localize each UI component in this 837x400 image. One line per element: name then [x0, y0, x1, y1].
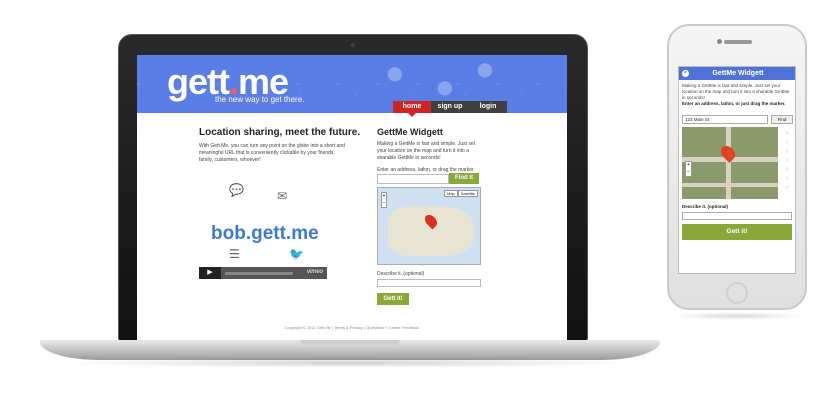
- mobile-describe-input[interactable]: [682, 212, 792, 220]
- map-type-toggle: Map Satellite: [443, 190, 478, 197]
- mobile-description: Making a GettMe is fast and simple. Just…: [682, 83, 790, 100]
- mail-icon: ✉: [277, 189, 288, 203]
- nav-login[interactable]: login: [469, 101, 507, 113]
- video-player[interactable]: ▶ vimeo: [199, 267, 327, 279]
- mobile-find-button[interactable]: Find: [771, 115, 793, 124]
- map-street: [682, 183, 778, 187]
- mobile-describe-label: Describe it. (optional): [682, 204, 729, 209]
- widget-description: Making a GettMe is fast and simple. Just…: [377, 141, 476, 161]
- map-pin-icon: ⬤: [437, 79, 453, 95]
- address-input[interactable]: [377, 174, 449, 184]
- map-zoom-control[interactable]: + −: [381, 192, 387, 208]
- nav-home[interactable]: home: [393, 101, 431, 117]
- site-footer: Copyright © 2011 Gett.Me | Terms & Priva…: [284, 325, 420, 330]
- map-pin-icon: ⬤: [477, 61, 493, 77]
- gett-it-button[interactable]: Gett it!: [377, 293, 409, 305]
- example-gettme-link[interactable]: bob.gett.me: [211, 223, 319, 245]
- laptop-lid: ⬤ ⬤ ⬤ gett.me the new way to get there. …: [118, 34, 588, 343]
- laptop-shadow: [60, 358, 640, 368]
- hero-description: With Gett.Me, you can turn any point on …: [199, 143, 345, 163]
- hero-title: Location sharing, meet the future.: [199, 127, 361, 138]
- laptop-screen: ⬤ ⬤ ⬤ gett.me the new way to get there. …: [137, 55, 567, 343]
- chat-icon: 💬: [229, 183, 244, 197]
- mobile-address-prompt: Enter an address, latlon, or just drag t…: [682, 101, 786, 106]
- map-street: [726, 127, 731, 199]
- phone-camera: [717, 39, 722, 44]
- location-map[interactable]: + − Map Satellite: [377, 187, 481, 265]
- map-zoom-control[interactable]: + −: [685, 161, 692, 177]
- play-icon[interactable]: ▶: [199, 267, 221, 279]
- map-type-satellite[interactable]: Satellite: [457, 190, 478, 197]
- map-type-map[interactable]: Map: [443, 190, 458, 197]
- nav-sign-up[interactable]: sign up: [431, 101, 469, 113]
- describe-label: Describe it. (optional): [377, 271, 425, 277]
- phone-home-button[interactable]: [726, 282, 748, 304]
- mobile-map[interactable]: + −: [682, 127, 778, 199]
- mobile-gett-it-button[interactable]: Gett it!: [682, 224, 792, 240]
- site-tagline: the new way to get there.: [215, 95, 305, 104]
- document-icon: ☰: [229, 247, 240, 261]
- twitter-bird-icon: 🐦: [289, 247, 304, 261]
- close-icon[interactable]: ×: [682, 70, 689, 77]
- chevron-down-icon: › › › › › › ›: [785, 130, 789, 191]
- vimeo-logo[interactable]: vimeo: [307, 269, 323, 275]
- video-progress-bar[interactable]: [225, 272, 293, 275]
- laptop-notch: [300, 340, 400, 345]
- phone-frame: × GettMe Widgett Making a GettMe is fast…: [667, 24, 807, 310]
- phone-shadow: [672, 312, 802, 320]
- map-landmass: [388, 206, 474, 256]
- phone-screen: × GettMe Widgett Making a GettMe is fast…: [678, 66, 796, 274]
- mobile-address-input[interactable]: 123 Main St: [682, 115, 768, 124]
- describe-input[interactable]: [377, 279, 481, 287]
- find-it-button[interactable]: Find it: [449, 173, 479, 184]
- mobile-title: GettMe Widgett: [712, 70, 764, 77]
- site-header: ⬤ ⬤ ⬤ gett.me the new way to get there. …: [137, 55, 567, 117]
- map-pin-icon: ⬤: [387, 65, 403, 81]
- laptop-camera: [351, 43, 355, 47]
- phone-speaker: [724, 40, 752, 44]
- main-nav: home sign up login: [393, 101, 507, 117]
- mobile-header: × GettMe Widgett: [679, 67, 795, 80]
- widget-title: GettMe Widgett: [377, 127, 443, 137]
